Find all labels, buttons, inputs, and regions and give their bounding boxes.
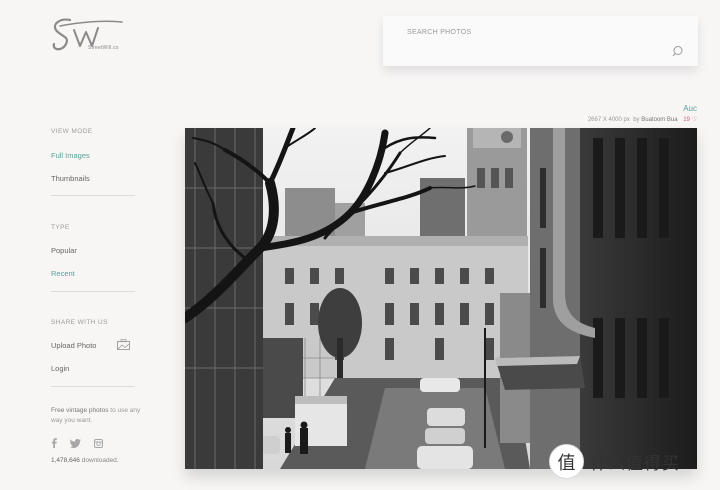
download-count-number: 1,478,646	[51, 457, 80, 464]
photo-dimensions: 2667 X 4000 px	[587, 117, 630, 123]
free-photos-note: Free vintage photos to use any way you w…	[51, 406, 141, 426]
view-mode-title: VIEW MODE	[51, 128, 93, 135]
facebook-icon[interactable]	[51, 435, 57, 453]
download-count: 1,478,646 downloaded.	[51, 457, 119, 464]
type-popular-link[interactable]: Popular	[51, 246, 77, 255]
upload-photo-link[interactable]: Upload Photo	[51, 341, 96, 350]
social-links	[51, 435, 103, 453]
photo-meta: 2667 X 4000 px by Buatoom Bua 19 ♡	[588, 116, 697, 123]
instagram-icon[interactable]	[94, 435, 103, 453]
watermark-text: 什么值得买	[590, 454, 680, 473]
street-scene-photo	[185, 128, 697, 469]
free-photos-text: Free vintage photos	[51, 407, 109, 414]
watermark-logo-icon: 值	[549, 444, 584, 479]
search-bar	[383, 16, 698, 66]
search-icon[interactable]	[672, 45, 685, 58]
sidebar-divider	[51, 386, 135, 387]
sidebar-divider	[51, 291, 135, 292]
view-thumbnails-link[interactable]: Thumbnails	[51, 174, 90, 183]
logo-subtitle: StreetWill.co	[88, 45, 119, 51]
sidebar-divider	[51, 195, 135, 196]
photo-author-link[interactable]: Buatoom Bua	[641, 117, 677, 123]
search-input[interactable]	[405, 24, 639, 40]
login-link[interactable]: Login	[51, 364, 69, 373]
main-photo[interactable]	[185, 128, 697, 469]
photo-likes-button[interactable]: 19 ♡	[683, 117, 697, 123]
upload-photo-icon[interactable]	[117, 339, 130, 350]
twitter-icon[interactable]	[70, 435, 81, 453]
view-full-images-link[interactable]: Full Images	[51, 151, 90, 160]
watermark: 值 什么值得买	[549, 444, 680, 479]
logo-script-icon	[52, 18, 123, 51]
photo-title[interactable]: Auc	[683, 104, 697, 113]
type-recent-link[interactable]: Recent	[51, 269, 75, 278]
share-title: SHARE WITH US	[51, 319, 108, 326]
watermark-glyph: 值	[557, 452, 576, 473]
site-logo[interactable]: StreetWill.co	[50, 14, 130, 58]
photo-by-label: by	[633, 117, 640, 123]
type-title: TYPE	[51, 224, 70, 231]
download-count-suffix: downloaded.	[79, 457, 119, 464]
